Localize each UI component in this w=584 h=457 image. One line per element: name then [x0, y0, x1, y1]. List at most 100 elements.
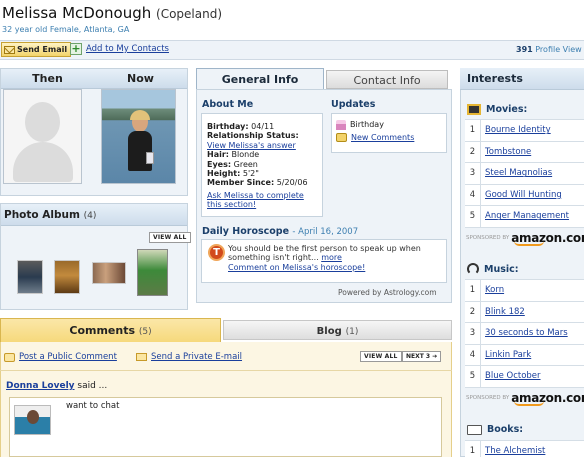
amazon-sponsor[interactable]: SPONSORED BYamazon.com — [466, 388, 584, 408]
tab-blog[interactable]: Blog (1) — [223, 320, 452, 340]
music-link[interactable]: Blink 182 — [481, 307, 525, 317]
list-item: 1 Korn — [465, 280, 584, 302]
movie-link[interactable]: Tombstone — [481, 147, 531, 157]
list-item: 1 Bourne Identity — [465, 120, 584, 142]
next-comments-button[interactable]: NEXT 3 ➔ — [402, 351, 442, 362]
zodiac-taurus-icon: T — [208, 244, 225, 261]
item-number: 1 — [465, 441, 481, 457]
profile-subtitle: 32 year old Female, Atlanta, GA — [2, 25, 130, 34]
horoscope-header: Daily Horoscope - April 16, 2007 — [202, 226, 358, 237]
item-number: 2 — [465, 301, 481, 322]
birthday-cake-icon — [336, 119, 346, 130]
send-private-email-link[interactable]: Send a Private E-mail — [136, 352, 242, 362]
list-item: 3 30 seconds to Mars — [465, 323, 584, 345]
horoscope-more-link[interactable]: more — [321, 253, 342, 262]
then-photo[interactable] — [3, 89, 82, 184]
about-me-title: About Me — [202, 99, 254, 110]
eyes-value: Green — [233, 159, 258, 169]
amazon-logo: amazon.com — [511, 391, 584, 406]
hair-value: Blonde — [231, 150, 260, 160]
eyes-label: Eyes: — [207, 159, 232, 169]
speech-bubble-icon — [4, 352, 15, 362]
movie-link[interactable]: Anger Management — [481, 211, 569, 221]
sponsored-label: SPONSORED BY — [466, 395, 510, 401]
horoscope-box: You should be the first person to speak … — [201, 239, 447, 283]
now-photo[interactable] — [101, 89, 176, 184]
music-list: 1 Korn 2 Blink 182 3 30 seconds to Mars 4 Li… — [465, 279, 584, 388]
music-title: Music: — [484, 263, 519, 275]
item-number: 3 — [465, 323, 481, 344]
default-avatar-icon — [4, 90, 81, 183]
album-view-all-button[interactable]: VIEW ALL — [149, 232, 191, 243]
movies-list: 1 Bourne Identity 2 Tombstone 3 Steel Magno… — [465, 119, 584, 228]
books-list: 1 The Alchemist — [465, 440, 584, 457]
movie-link[interactable]: Good Will Hunting — [481, 190, 562, 200]
music-link[interactable]: Linkin Park — [481, 350, 531, 360]
item-number: 3 — [465, 163, 481, 184]
blog-tab-count: (1) — [345, 327, 359, 337]
item-number: 4 — [465, 184, 481, 205]
update-birthday: Birthday — [350, 120, 384, 129]
music-link[interactable]: Blue October — [481, 371, 541, 381]
ask-complete-link[interactable]: Ask Melissa to complete this section! — [207, 191, 304, 209]
powered-by-text: Powered by Astrology.com — [338, 288, 437, 297]
then-label: Then — [32, 72, 63, 85]
new-comments-link[interactable]: New Comments — [351, 131, 414, 144]
horoscope-title: Daily Horoscope — [202, 226, 290, 237]
photo-album-count: (4) — [83, 211, 97, 221]
book-link[interactable]: The Alchemist — [481, 446, 545, 456]
send-email-button[interactable]: Send Email — [1, 42, 72, 57]
music-link[interactable]: Korn — [481, 285, 504, 295]
horoscope-comment-link[interactable]: Comment on Melissa's horoscope! — [228, 263, 365, 272]
now-label: Now — [127, 72, 154, 85]
profile-views: 391 Profile View — [516, 45, 582, 54]
headphones-icon — [467, 263, 479, 275]
music-link[interactable]: 30 seconds to Mars — [481, 328, 568, 338]
commenter-avatar[interactable] — [14, 405, 51, 435]
item-number: 5 — [465, 206, 481, 227]
tab-comments[interactable]: Comments (5) — [0, 318, 221, 342]
comment-author-link[interactable]: Donna Lovely — [6, 381, 75, 391]
height-value: 5'2" — [242, 169, 259, 179]
album-thumbnail[interactable] — [54, 260, 80, 294]
user-name: Melissa McDonough — [2, 4, 152, 22]
profile-name: Melissa McDonough (Copeland) — [2, 4, 222, 22]
item-number: 2 — [465, 141, 481, 162]
comments-tab-label: Comments — [69, 324, 136, 337]
post-private-label: Send a Private E-mail — [151, 352, 243, 362]
album-thumbnail[interactable] — [92, 262, 126, 284]
blog-tab-label: Blog — [316, 326, 342, 337]
movie-link[interactable]: Steel Magnolias — [481, 168, 552, 178]
books-header: Books: — [467, 424, 523, 435]
member-since-value: 5/20/06 — [276, 178, 308, 188]
mail-icon — [136, 353, 147, 361]
tab-general-info[interactable]: General Info — [196, 68, 324, 90]
comment-text: want to chat — [66, 401, 120, 411]
post-public-label: Post a Public Comment — [19, 352, 117, 362]
amazon-sponsor[interactable]: SPONSORED BYamazon.com — [466, 228, 584, 248]
views-count: 391 — [516, 45, 533, 54]
add-contact-link[interactable]: + Add to My Contacts — [70, 43, 169, 55]
tab-contact-info[interactable]: Contact Info — [326, 70, 448, 89]
views-label: Profile View — [535, 45, 582, 54]
album-thumbnail-selected[interactable] — [137, 249, 168, 296]
movie-link[interactable]: Bourne Identity — [481, 125, 551, 135]
about-me-box: Birthday: 04/11 Relationship Status: Vie… — [201, 113, 323, 217]
hair-label: Hair: — [207, 150, 229, 160]
item-number: 1 — [465, 120, 481, 141]
album-thumbnail[interactable] — [17, 260, 43, 294]
horoscope-date: - April 16, 2007 — [292, 227, 359, 237]
list-item: 5 Blue October — [465, 366, 584, 388]
movies-header: Movies: — [467, 104, 527, 115]
film-reel-icon — [467, 104, 481, 115]
post-public-comment-link[interactable]: Post a Public Comment — [4, 352, 117, 362]
height-label: Height: — [207, 169, 241, 179]
comment-tabs: Comments (5) Blog (1) — [0, 318, 452, 342]
relationship-label: Relationship Status: — [207, 131, 299, 141]
sponsored-label: SPONSORED BY — [466, 235, 510, 241]
relationship-link[interactable]: View Melissa's answer — [207, 141, 296, 150]
comment-author-line: Donna Lovely said ... — [6, 381, 107, 391]
photo-album-title: Photo Album — [4, 209, 80, 221]
plus-icon: + — [70, 42, 82, 55]
comments-view-all-button[interactable]: VIEW ALL — [360, 351, 402, 362]
